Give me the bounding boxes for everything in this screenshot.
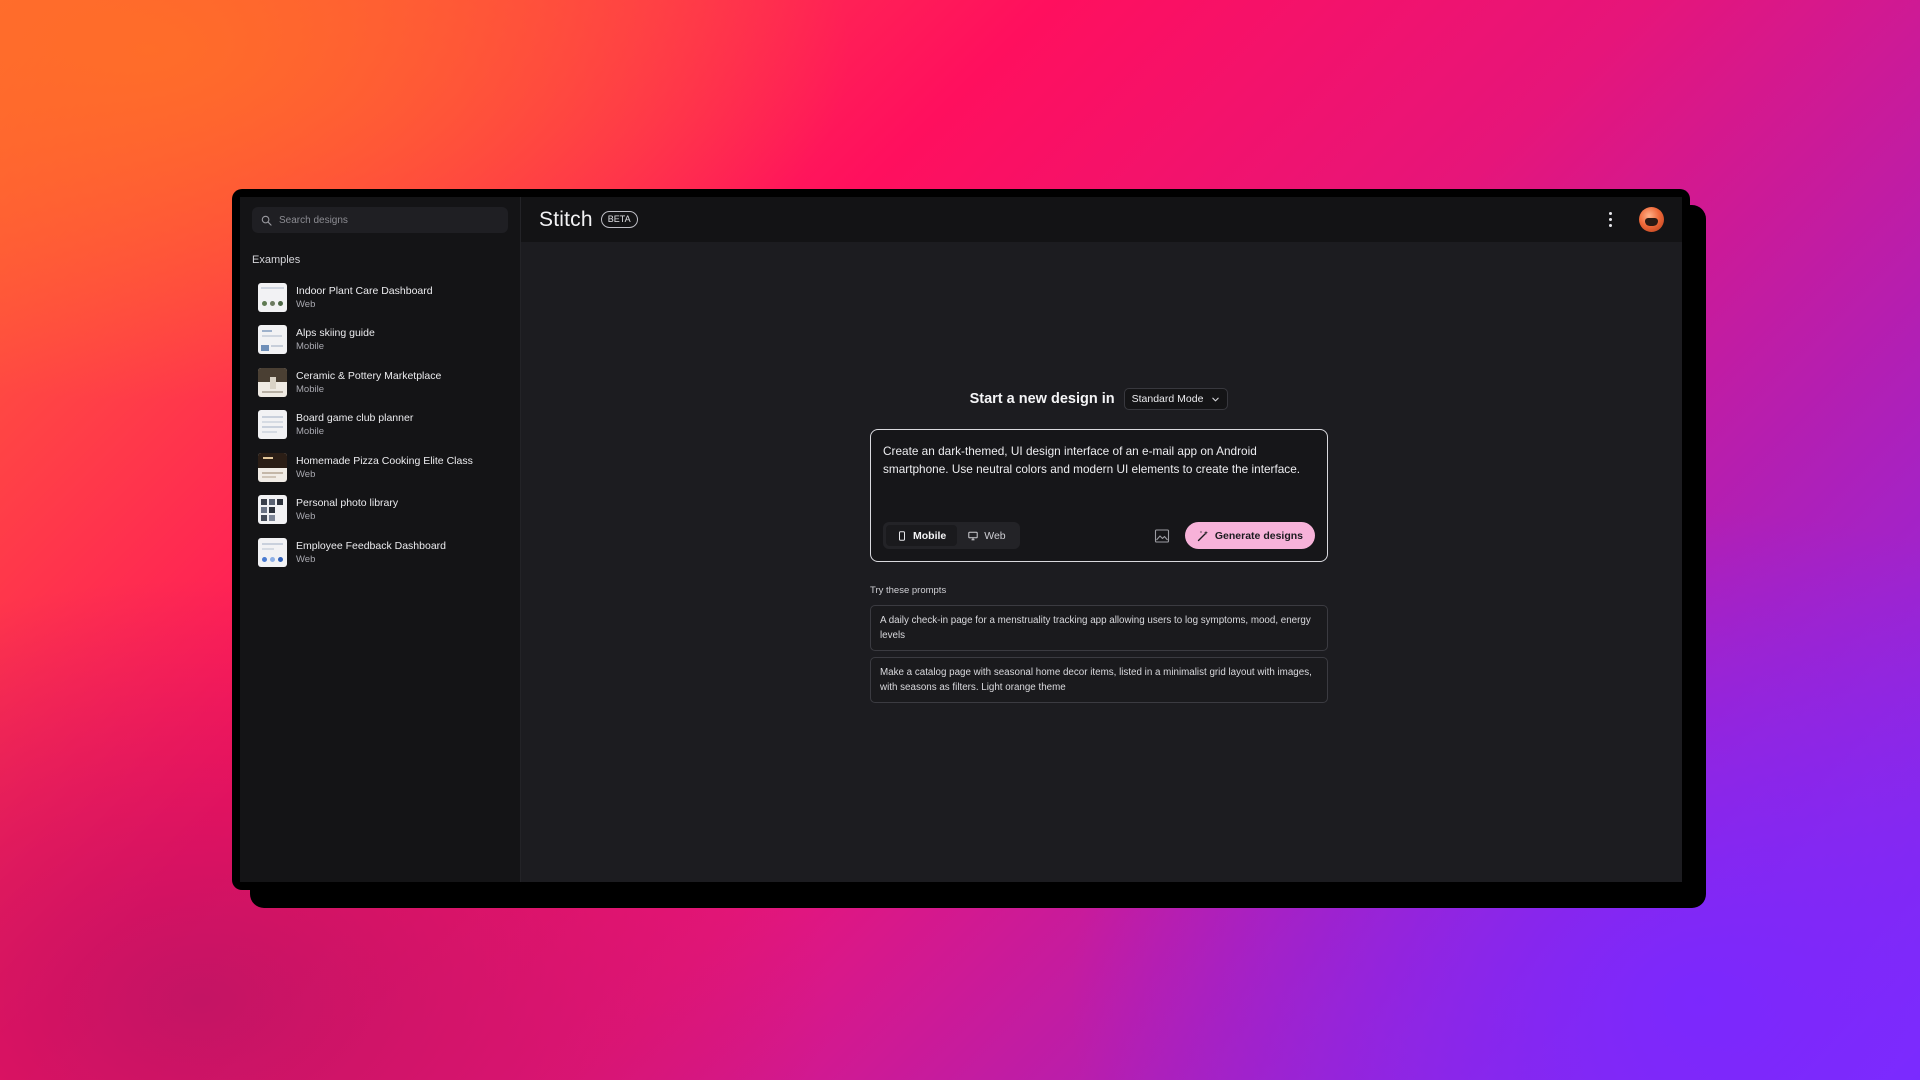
main-area: Stitch BETA Start a new design in Standa…	[521, 197, 1682, 882]
sidebar: Examples Indoor Plant Care Dashboard Web	[240, 197, 521, 882]
example-type: Web	[296, 298, 316, 310]
heading-row: Start a new design in Standard Mode	[870, 387, 1328, 411]
generate-designs-label: Generate designs	[1214, 529, 1303, 542]
top-bar: Stitch BETA	[521, 197, 1682, 242]
mode-dropdown[interactable]: Standard Mode	[1123, 388, 1229, 410]
monitor-icon	[968, 531, 978, 540]
prompt-controls: Mobile Web Generate designs	[883, 522, 1315, 549]
prompt-actions: Generate designs	[1149, 522, 1315, 549]
page-title: Start a new design in	[969, 391, 1115, 407]
generate-designs-button[interactable]: Generate designs	[1184, 522, 1315, 549]
example-thumbnail	[258, 410, 287, 440]
magic-wand-icon	[1197, 530, 1208, 541]
example-thumbnail	[258, 282, 287, 312]
app: Examples Indoor Plant Care Dashboard Web	[240, 197, 1682, 882]
example-item-alps-skiing[interactable]: Alps skiing guide Mobile	[252, 319, 508, 362]
example-thumbnail	[258, 367, 287, 397]
example-type: Web	[296, 468, 316, 480]
avatar[interactable]	[1639, 207, 1664, 232]
example-title: Ceramic & Pottery Marketplace	[296, 369, 442, 382]
example-title: Board game club planner	[296, 412, 414, 425]
search-input[interactable]	[279, 214, 499, 226]
example-title: Employee Feedback Dashboard	[296, 539, 447, 552]
example-item-pizza-class[interactable]: Homemade Pizza Cooking Elite Class Web	[252, 446, 508, 489]
example-thumbnail	[258, 537, 287, 567]
example-item-board-game[interactable]: Board game club planner Mobile	[252, 404, 508, 447]
search-icon	[261, 215, 272, 226]
search-bar[interactable]	[252, 207, 508, 233]
example-type: Mobile	[296, 426, 324, 438]
prompt-box: Create an dark-themed, UI design interfa…	[870, 429, 1328, 562]
examples-list: Indoor Plant Care Dashboard Web Alps ski…	[252, 276, 508, 574]
platform-web-button[interactable]: Web	[957, 525, 1016, 546]
brand: Stitch BETA	[539, 208, 638, 232]
top-actions	[1603, 207, 1664, 232]
more-vertical-icon[interactable]	[1603, 211, 1617, 229]
example-thumbnail	[258, 452, 287, 482]
suggestion-prompt-1[interactable]: A daily check-in page for a menstruality…	[870, 605, 1328, 651]
mode-dropdown-value: Standard Mode	[1131, 393, 1204, 405]
platform-web-label: Web	[984, 529, 1006, 542]
beta-badge: BETA	[600, 211, 638, 228]
example-item-plant-care[interactable]: Indoor Plant Care Dashboard Web	[252, 276, 508, 319]
example-item-ceramic-marketplace[interactable]: Ceramic & Pottery Marketplace Mobile	[252, 361, 508, 404]
example-title: Indoor Plant Care Dashboard	[296, 284, 433, 297]
example-title: Personal photo library	[296, 497, 399, 510]
chevron-down-icon	[1212, 397, 1220, 401]
example-type: Web	[296, 511, 316, 523]
example-type: Mobile	[296, 383, 324, 395]
example-type: Web	[296, 553, 316, 565]
app-window: Examples Indoor Plant Care Dashboard Web	[232, 189, 1690, 890]
example-thumbnail	[258, 495, 287, 525]
add-image-button[interactable]	[1149, 523, 1175, 549]
example-title: Homemade Pizza Cooking Elite Class	[296, 454, 473, 467]
try-prompts-title: Try these prompts	[870, 585, 947, 596]
suggestion-prompt-2[interactable]: Make a catalog page with seasonal home d…	[870, 657, 1328, 703]
app-title: Stitch	[539, 207, 593, 231]
smartphone-icon	[899, 530, 905, 541]
examples-title: Examples	[252, 254, 301, 266]
example-thumbnail	[258, 325, 287, 355]
prompt-input[interactable]: Create an dark-themed, UI design interfa…	[883, 442, 1315, 502]
new-design-panel: Start a new design in Standard Mode Crea…	[870, 387, 1328, 703]
platform-toggle: Mobile Web	[883, 522, 1020, 549]
image-icon	[1154, 528, 1169, 543]
example-item-employee-feedback[interactable]: Employee Feedback Dashboard Web	[252, 531, 508, 574]
platform-mobile-button[interactable]: Mobile	[886, 525, 958, 546]
platform-mobile-label: Mobile	[913, 529, 947, 542]
example-type: Mobile	[296, 341, 324, 353]
example-title: Alps skiing guide	[296, 327, 375, 340]
example-item-photo-library[interactable]: Personal photo library Web	[252, 489, 508, 532]
